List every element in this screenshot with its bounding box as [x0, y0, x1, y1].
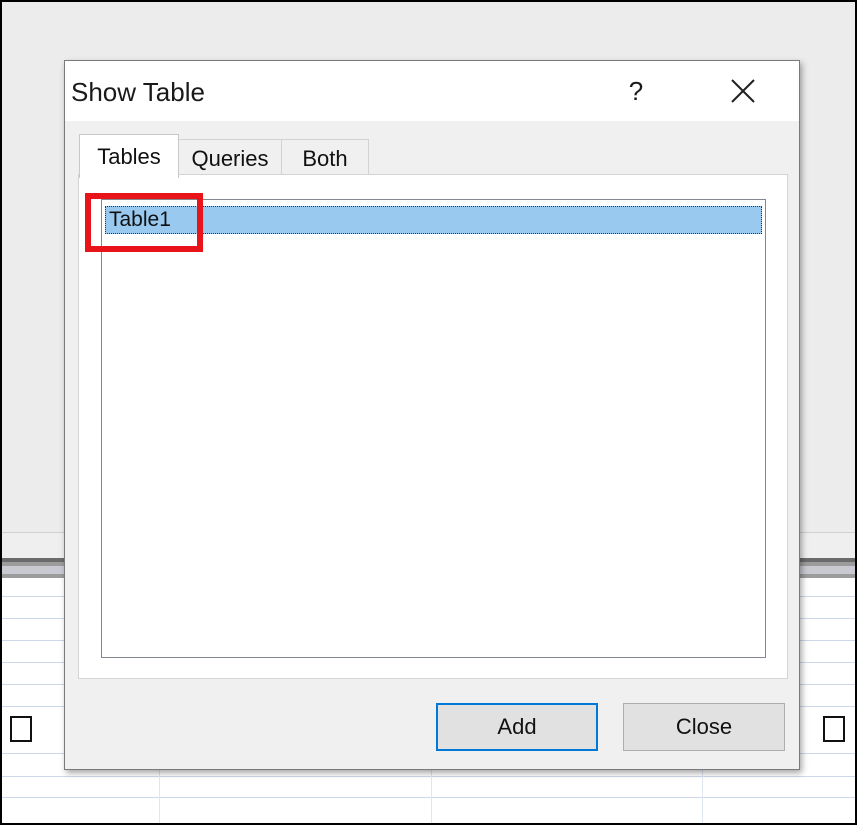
tab-queries-label: Queries — [191, 145, 269, 171]
dialog-title: Show Table — [71, 77, 205, 107]
close-window-button[interactable] — [715, 69, 771, 113]
add-button[interactable]: Add — [436, 703, 598, 751]
show-checkbox[interactable] — [10, 716, 32, 742]
tab-both-label: Both — [302, 145, 348, 171]
tab-queries[interactable]: Queries — [178, 139, 282, 177]
tab-both[interactable]: Both — [281, 139, 369, 177]
list-item-table1[interactable]: Table1 — [105, 206, 762, 234]
tab-tables[interactable]: Tables — [79, 134, 179, 178]
tab-tables-label: Tables — [97, 143, 161, 169]
dialog-titlebar[interactable]: Show Table ? — [65, 61, 799, 121]
annotation-highlight-box — [85, 193, 203, 252]
help-button[interactable]: ? — [610, 69, 662, 113]
show-table-dialog: Show Table ? Tables Queries Both Table1 … — [64, 60, 800, 770]
grid-row-line — [2, 797, 855, 798]
grid-row-line — [2, 776, 855, 777]
tables-listbox[interactable]: Table1 — [101, 199, 766, 658]
help-icon: ? — [628, 75, 644, 106]
close-button[interactable]: Close — [623, 703, 785, 751]
show-checkbox[interactable] — [823, 716, 845, 742]
close-x-icon — [731, 79, 755, 103]
